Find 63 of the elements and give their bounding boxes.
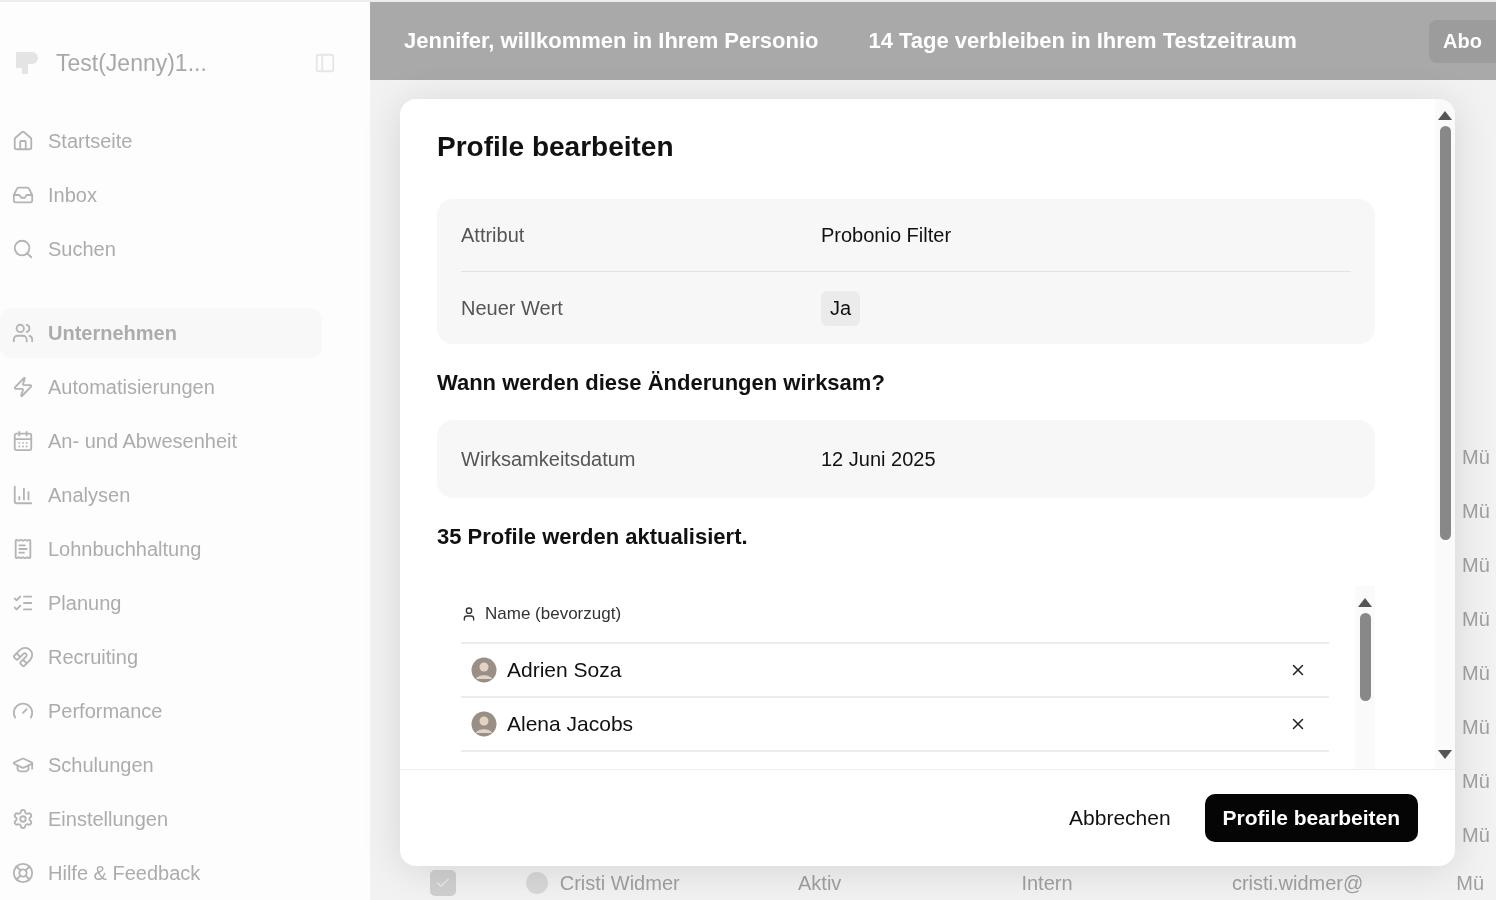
nav-icon <box>12 430 34 452</box>
field-value: 12 Juni 2025 <box>821 447 936 471</box>
table-cell-text: cristi.widmer@ <box>1231 871 1365 895</box>
value-tag: Ja <box>821 290 861 326</box>
nav-icon <box>12 646 34 668</box>
table-cell-text: Cristi Widmer <box>559 871 681 895</box>
scrollbar[interactable] <box>1435 99 1455 769</box>
scrollbar[interactable] <box>1355 586 1375 769</box>
column-header: Name (bevorzugt) <box>485 604 622 624</box>
nav-icon <box>12 130 34 152</box>
table-cell-text: Aktiv <box>798 871 843 895</box>
nav-item[interactable]: Performance <box>0 686 322 736</box>
table-cell-text: Mü <box>1462 822 1491 848</box>
cancel-button[interactable]: Abbrechen <box>1059 796 1181 840</box>
workspace-name: Test(Jenny)1... <box>56 49 208 77</box>
section-heading: 35 Profile werden aktualisiert. <box>437 524 749 550</box>
nav-item[interactable]: Planung <box>0 578 322 628</box>
row-checkbox[interactable] <box>430 870 456 896</box>
table-cell-text: Mü <box>1462 714 1491 740</box>
nav-item[interactable]: Hilfe & Feedback <box>0 848 322 898</box>
table-cell-text: Mü <box>1462 660 1491 686</box>
nav-item[interactable]: An- und Abwesenheit <box>0 416 322 466</box>
dialog-title: Profile bearbeiten <box>437 131 675 163</box>
field-label: Wirksamkeitsdatum <box>461 447 637 471</box>
nav-item[interactable]: Lohnbuchhaltung <box>0 524 322 574</box>
profile-name: Adrien Soza <box>507 658 623 682</box>
nav-icon <box>12 238 34 260</box>
nav-icon <box>12 376 34 398</box>
avatar-icon <box>471 657 497 683</box>
trial-text: 14 Tage verbleiben in Ihrem Testzeitraum <box>868 28 1297 54</box>
profile-name: Alena Jacobs <box>507 712 635 736</box>
nav-icon <box>12 538 34 560</box>
table-cell-text: Mü <box>1456 871 1486 895</box>
person-icon <box>461 606 477 622</box>
help-icon <box>12 862 34 884</box>
section-heading: Wann werden diese Änderungen wirksam? <box>437 370 886 396</box>
confirm-button[interactable]: Profile bearbeiten <box>1204 794 1418 842</box>
table-cell-text: Mü <box>1462 444 1491 470</box>
nav-item[interactable]: Suchen <box>0 224 322 274</box>
field-label: Neuer Wert <box>461 296 564 320</box>
nav-item[interactable]: Inbox <box>0 170 322 220</box>
settings-icon <box>12 808 34 830</box>
nav-item[interactable]: Automatisierungen <box>0 362 322 412</box>
nav-icon <box>12 322 34 344</box>
table-cell-text: Mü <box>1462 768 1491 794</box>
nav-icon <box>12 184 34 206</box>
table-cell-text: Mü <box>1462 498 1491 524</box>
nav-icon <box>12 484 34 506</box>
subscribe-button[interactable]: Abo <box>1429 19 1496 63</box>
field-value: Probonio Filter <box>821 223 952 247</box>
table-cell-text: Mü <box>1462 552 1491 578</box>
nav-item[interactable]: Startseite <box>0 116 322 166</box>
avatar-icon <box>471 711 497 737</box>
nav-item[interactable]: Einstellungen <box>0 794 322 844</box>
nav-item[interactable]: Analysen <box>0 470 322 520</box>
nav-item[interactable]: Recruiting <box>0 632 322 682</box>
field-label: Attribut <box>461 223 526 247</box>
welcome-text: Jennifer, willkommen in Ihrem Personio <box>404 28 819 54</box>
table-cell-text: Intern <box>1021 871 1074 895</box>
table-cell-text: Mü <box>1462 606 1491 632</box>
nav-item[interactable]: Schulungen <box>0 740 322 790</box>
avatar-icon <box>525 872 548 894</box>
nav-item[interactable]: Unternehmen <box>0 308 322 358</box>
